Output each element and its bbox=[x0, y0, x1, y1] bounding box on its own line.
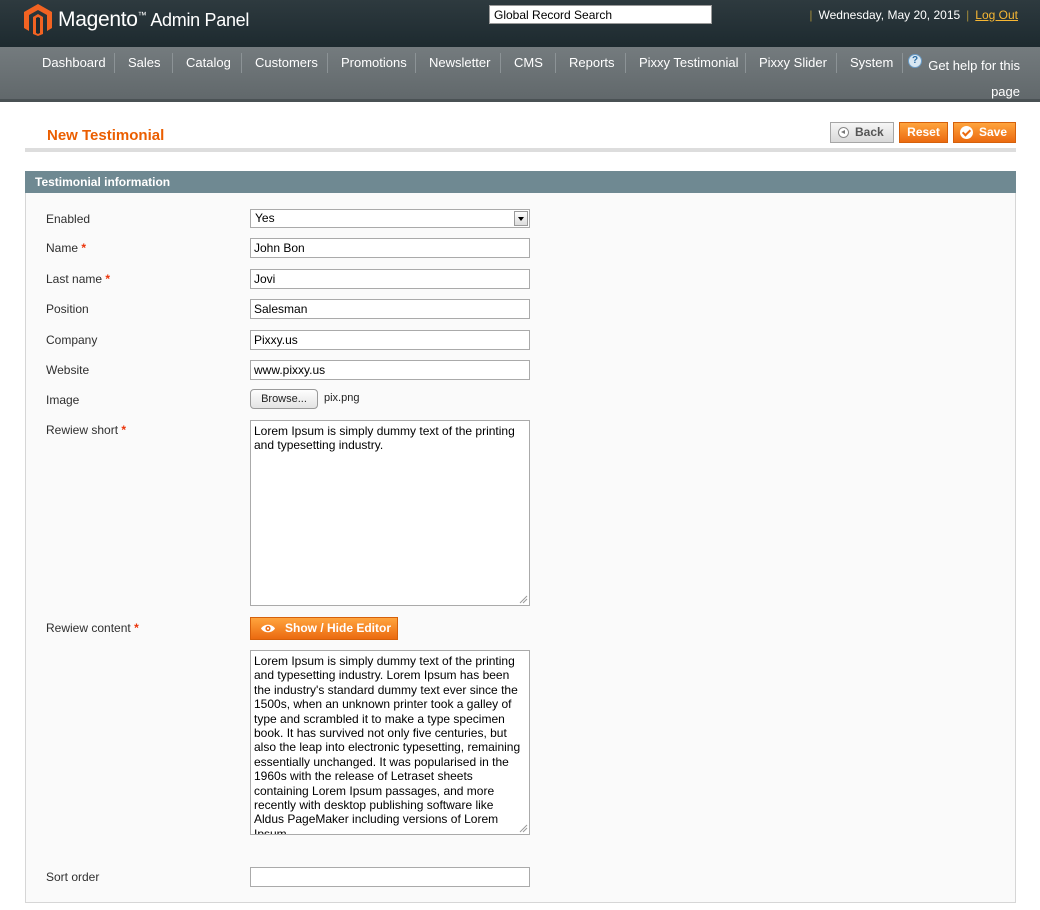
nav-newsletter[interactable]: Newsletter bbox=[429, 47, 490, 79]
last-name-input[interactable] bbox=[250, 269, 530, 289]
help-icon: ? bbox=[908, 54, 922, 68]
current-date: Wednesday, May 20, 2015 bbox=[818, 8, 961, 22]
page-header-divider bbox=[25, 148, 1016, 152]
website-label: Website bbox=[46, 363, 90, 377]
selected-file-name: pix.png bbox=[324, 392, 360, 404]
main-nav: Dashboard Sales Catalog Customers Promot… bbox=[0, 47, 1040, 102]
nav-promotions[interactable]: Promotions bbox=[341, 47, 407, 79]
enabled-select[interactable]: Yes bbox=[250, 209, 530, 228]
global-search-input[interactable] bbox=[489, 5, 712, 24]
position-label: Position bbox=[46, 302, 89, 316]
nav-catalog[interactable]: Catalog bbox=[186, 47, 231, 79]
reset-button[interactable]: Reset bbox=[899, 122, 948, 143]
nav-customers[interactable]: Customers bbox=[255, 47, 318, 79]
review-short-textarea[interactable]: Lorem Ipsum is simply dummy text of the … bbox=[250, 420, 530, 606]
header-user-area: | Wednesday, May 20, 2015 | Log Out bbox=[809, 8, 1018, 22]
header-bar: Magento™Admin Panel |Wednesday, May 20, … bbox=[0, 0, 1040, 47]
nav-pixxy-slider[interactable]: Pixxy Slider bbox=[759, 47, 827, 79]
image-label: Image bbox=[46, 393, 80, 407]
name-input[interactable] bbox=[250, 238, 530, 258]
sort-order-label: Sort order bbox=[46, 870, 100, 884]
logout-link[interactable]: Log Out bbox=[975, 8, 1018, 22]
nav-sales[interactable]: Sales bbox=[128, 47, 161, 79]
company-input[interactable] bbox=[250, 330, 530, 350]
review-content-textarea[interactable]: Lorem Ipsum is simply dummy text of the … bbox=[250, 650, 530, 835]
sort-order-input[interactable] bbox=[250, 867, 530, 887]
nav-cms[interactable]: CMS bbox=[514, 47, 543, 79]
magento-logo-icon bbox=[24, 4, 52, 36]
resize-grip-icon[interactable] bbox=[519, 824, 528, 833]
dropdown-arrow-icon bbox=[514, 211, 528, 226]
section-title: Testimonial information bbox=[25, 171, 1016, 193]
name-label: Name * bbox=[46, 241, 87, 255]
website-input[interactable] bbox=[250, 360, 530, 380]
enabled-label: Enabled bbox=[46, 212, 91, 226]
enabled-select-value: Yes bbox=[255, 211, 275, 225]
last-name-label: Last name * bbox=[46, 272, 111, 286]
help-link-label: Get help for this page bbox=[928, 58, 1020, 99]
nav-reports[interactable]: Reports bbox=[569, 47, 615, 79]
nav-system[interactable]: System bbox=[850, 47, 893, 79]
review-short-label: Rewiew short * bbox=[46, 423, 127, 437]
page-title: New Testimonial bbox=[47, 127, 165, 144]
eye-icon bbox=[261, 624, 275, 633]
resize-grip-icon[interactable] bbox=[519, 595, 528, 604]
browse-file-button[interactable]: Browse... bbox=[250, 389, 318, 409]
position-input[interactable] bbox=[250, 299, 530, 319]
nav-dashboard[interactable]: Dashboard bbox=[42, 47, 106, 79]
show-hide-editor-button[interactable]: Show / Hide Editor bbox=[250, 617, 398, 640]
brand-title: Magento™ Admin Panel bbox=[58, 8, 250, 31]
review-content-label: Rewiew content * bbox=[46, 621, 139, 635]
help-link[interactable]: ? Get help for this page bbox=[908, 53, 1020, 105]
save-button[interactable]: Save bbox=[953, 122, 1016, 143]
company-label: Company bbox=[46, 333, 98, 347]
back-button[interactable]: Back bbox=[830, 122, 894, 143]
nav-pixxy-testimonial[interactable]: Pixxy Testimonial bbox=[639, 47, 738, 79]
back-arrow-icon bbox=[838, 127, 849, 138]
checkmark-icon bbox=[960, 126, 973, 139]
